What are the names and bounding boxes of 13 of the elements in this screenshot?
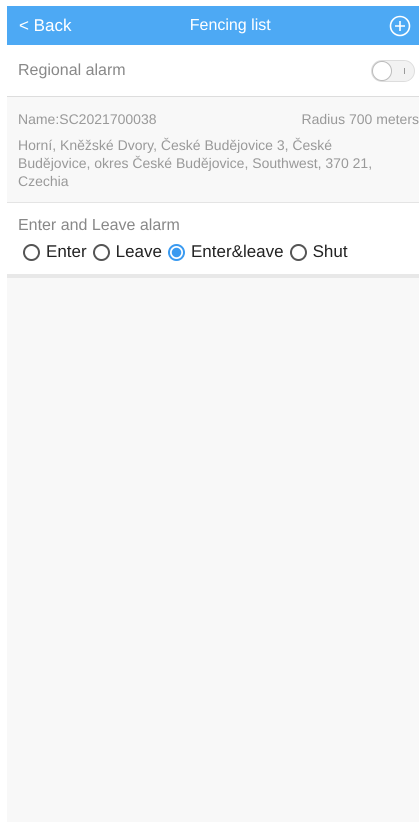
regional-alarm-label: Regional alarm — [18, 62, 126, 80]
toggle-switch[interactable] — [371, 60, 415, 82]
fence-name: Name:SC2021700038 — [18, 111, 157, 127]
radio-option[interactable]: Enter&leave — [168, 242, 284, 262]
add-button[interactable] — [389, 14, 411, 36]
radio-option[interactable]: Leave — [92, 242, 162, 262]
radio-option[interactable]: Enter — [23, 242, 87, 262]
fence-radius: Radius 700 meters — [301, 111, 419, 127]
plus-circle-icon — [389, 14, 411, 36]
page-title: Fencing list — [190, 16, 271, 34]
fence-address: Horní, Kněžské Dvory, České Budějovice 3, České Budějovice, okres České Budějovice, Southwest, 370 21, Czechia — [18, 136, 374, 190]
alarm-mode-title: Enter and Leave alarm — [18, 217, 181, 235]
radio-option[interactable]: Shut — [290, 242, 348, 262]
